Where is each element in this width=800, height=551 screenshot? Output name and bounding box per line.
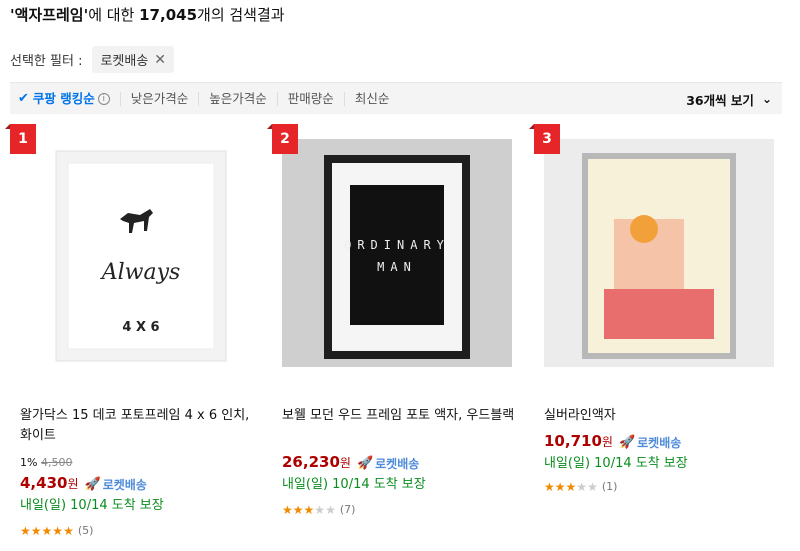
rocket-label: 로켓배송 — [637, 436, 682, 450]
product-image[interactable]: Always 4 X 6 — [20, 139, 250, 367]
filter-chip-label: 로켓배송 — [100, 54, 149, 69]
sale-price: 4,430 — [20, 474, 68, 492]
discount-info: 1% 4,500 — [20, 453, 255, 473]
star-icon: ★ — [30, 524, 42, 538]
sort-high-price[interactable]: 높은가격순 — [198, 91, 277, 106]
thumb-text-size: 4 X 6 — [122, 320, 159, 335]
per-page-select[interactable]: 36개씩 보기 ⌄ — [686, 83, 772, 115]
filter-chip-rocket[interactable]: 로켓배송 ✕ — [92, 46, 175, 73]
rocket-icon: 🚀 — [84, 477, 101, 492]
rocket-label: 로켓배송 — [102, 478, 147, 492]
product-name[interactable]: 실버라인액자 — [544, 406, 779, 426]
currency: 원 — [67, 477, 79, 491]
rocket-label: 로켓배송 — [375, 457, 420, 471]
search-result-heading: '액자프레임'에 대한 17,045개의 검색결과 — [10, 4, 285, 25]
selected-filters: 선택한 필터 : 로켓배송 ✕ — [10, 46, 175, 73]
per-page-label: 36개씩 보기 — [686, 92, 754, 108]
filter-label: 선택한 필터 : — [10, 54, 83, 69]
sort-newest[interactable]: 최신순 — [343, 91, 400, 106]
rocket-badge: 🚀 로켓배송 — [357, 454, 419, 474]
star-icon: ★ — [282, 503, 293, 517]
star-icon: ★ — [554, 480, 566, 494]
product-image[interactable]: ORDINARY MAN — [282, 139, 512, 367]
product-info: 왈가닥스 15 데코 포토프레임 4 x 6 인치, 화이트 1% 4,500 … — [20, 406, 255, 541]
product-image[interactable] — [544, 139, 774, 367]
rocket-icon: 🚀 — [356, 456, 374, 471]
star-icon: ★ — [565, 480, 577, 494]
sale-price: 26,230 — [282, 453, 340, 471]
rank-badge: 1 — [5, 124, 36, 154]
star-icon: ★ — [544, 480, 555, 494]
star-icon: ★ — [292, 503, 304, 517]
arrival-guarantee: 내일(일) 10/14 도착 보장 — [282, 477, 426, 492]
chevron-down-icon: ⌄ — [761, 92, 772, 106]
arrival-guarantee: 내일(일) 10/14 도착 보장 — [544, 456, 688, 471]
rocket-badge: 🚀 로켓배송 — [619, 433, 681, 453]
review-count[interactable]: (5) — [78, 521, 94, 541]
arrival-guarantee: 내일(일) 10/14 도착 보장 — [20, 498, 164, 513]
thumb-text-ordinary: ORDINARY — [344, 238, 450, 252]
info-icon[interactable]: i — [97, 92, 110, 105]
check-icon: ✔ — [18, 90, 29, 106]
currency: 원 — [339, 456, 351, 470]
star-empty-icon: ★ — [576, 480, 588, 494]
discount-rate: 1% — [20, 456, 38, 469]
product-info: 보웰 모던 우드 프레임 포토 액자, 우드블랙 26,230 원 🚀 로켓배송 내… — [282, 406, 517, 520]
product-info: 실버라인액자 10,710 원 🚀 로켓배송 내일(일) 10/14 도착 보장 ★… — [544, 406, 779, 497]
rocket-icon: 🚀 — [618, 435, 636, 450]
thumb-text-man: MAN — [377, 260, 417, 274]
star-icon: ★ — [52, 524, 64, 538]
price-row: 26,230 원 🚀 로켓배송 — [282, 452, 517, 474]
price-row: 4,430 원 🚀 로켓배송 — [20, 473, 255, 495]
heading-suffix: 개의 검색결과 — [197, 6, 285, 24]
search-query: '액자프레임' — [10, 6, 89, 24]
star-icon: ★ — [20, 524, 31, 538]
close-icon[interactable]: ✕ — [154, 53, 166, 67]
price-row: 10,710 원 🚀 로켓배송 — [544, 431, 779, 453]
review-count[interactable]: (1) — [602, 477, 618, 497]
star-icon: ★ — [41, 524, 53, 538]
sort-ranking-label: 쿠팡 랭킹순 — [32, 90, 95, 106]
sort-low-price[interactable]: 낮은가격순 — [119, 91, 199, 106]
sale-price: 10,710 — [544, 432, 602, 450]
result-count: 17,045 — [139, 6, 198, 24]
review-count[interactable]: (7) — [340, 500, 356, 520]
original-price: 4,500 — [40, 456, 73, 469]
heading-mid: 에 대한 — [88, 6, 140, 24]
product-name[interactable]: 왈가닥스 15 데코 포토프레임 4 x 6 인치, 화이트 — [20, 406, 255, 446]
star-half-icon: ★ — [63, 524, 74, 538]
rocket-badge: 🚀 로켓배송 — [85, 475, 147, 495]
product-name[interactable]: 보웰 모던 우드 프레임 포토 액자, 우드블랙 — [282, 406, 517, 446]
rating: ★ ★ ★ ★ ★ (1) — [544, 477, 779, 497]
star-empty-icon: ★ — [325, 503, 336, 517]
sort-sales[interactable]: 판매량순 — [276, 91, 344, 106]
sort-bar: ✔ 쿠팡 랭킹순 i 낮은가격순 높은가격순 판매량순 최신순 36개씩 보기 … — [10, 82, 782, 114]
star-empty-icon: ★ — [587, 480, 598, 494]
rating: ★ ★ ★ ★ ★ (7) — [282, 500, 517, 520]
star-icon: ★ — [303, 503, 315, 517]
rating: ★ ★ ★ ★ ★ (5) — [20, 521, 255, 541]
rank-badge: 2 — [267, 124, 298, 154]
sort-ranking[interactable]: ✔ 쿠팡 랭킹순 i — [10, 90, 120, 106]
currency: 원 — [601, 435, 613, 449]
thumb-text-always: Always — [100, 260, 181, 285]
star-half-icon: ★ — [314, 503, 326, 517]
rank-badge: 3 — [529, 124, 560, 154]
